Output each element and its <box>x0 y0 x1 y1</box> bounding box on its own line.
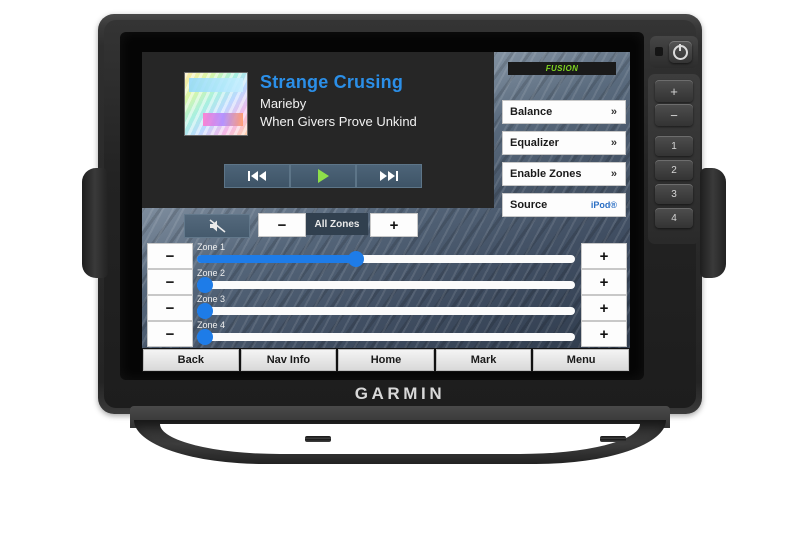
zone-1-slider-thumb[interactable] <box>347 251 364 267</box>
chartplotter-device: Strange Crusing Marieby When Givers Prov… <box>98 14 702 414</box>
hardware-button-cluster: + − 1 2 3 4 <box>646 36 700 246</box>
power-button[interactable] <box>669 41 692 63</box>
menu-item-balance-label: Balance <box>510 106 553 118</box>
mute-icon <box>209 219 225 233</box>
nav-button-menu[interactable]: Menu <box>533 349 629 371</box>
volume-down-hardware-button[interactable]: − <box>655 104 693 126</box>
zone-2-slider-thumb[interactable] <box>196 277 213 293</box>
zone-3-label: Zone 3 <box>197 294 226 304</box>
menu-item-source[interactable]: Source iPod® <box>502 193 626 217</box>
menu-item-enable-zones[interactable]: Enable Zones » <box>502 162 626 186</box>
album-art-band-top <box>189 78 243 92</box>
mounting-bracket <box>130 406 670 464</box>
garmin-logo: GARMIN <box>354 384 446 403</box>
track-title: Strange Crusing <box>260 72 404 92</box>
fusion-logo: FUSION <box>508 62 616 75</box>
menu-item-source-label: Source <box>510 199 548 211</box>
previous-track-button[interactable] <box>224 164 290 188</box>
power-button-housing <box>650 36 698 68</box>
zone-1-volume-up-button[interactable]: + <box>581 243 627 269</box>
power-icon <box>673 43 688 60</box>
all-zones-label: All Zones <box>306 213 368 235</box>
volume-up-hardware-button[interactable]: + <box>655 80 693 102</box>
light-sensor <box>655 47 663 56</box>
nav-button-mark[interactable]: Mark <box>435 349 532 371</box>
keypad-housing: + − 1 2 3 4 <box>648 74 700 244</box>
chevron-right-icon: » <box>610 137 617 149</box>
zone-4-volume-down-button[interactable]: − <box>147 321 193 347</box>
zone-1-slider-fill <box>197 255 356 263</box>
preset-1-button[interactable]: 1 <box>655 136 693 156</box>
zone-4-slider-thumb[interactable] <box>196 329 213 345</box>
menu-item-equalizer-label: Equalizer <box>510 137 559 149</box>
zone-row: − Zone 2 + <box>142 268 630 295</box>
chevron-right-icon: » <box>610 106 617 118</box>
menu-item-enable-zones-label: Enable Zones <box>510 168 582 180</box>
zone-3-slider[interactable] <box>196 303 575 319</box>
track-artist: Marieby <box>260 96 307 111</box>
zone-2-slider[interactable] <box>196 277 575 293</box>
zone-4-slider[interactable] <box>196 329 575 345</box>
zone-row: − Zone 3 + <box>142 294 630 321</box>
mount-arc <box>134 420 666 464</box>
menu-item-equalizer[interactable]: Equalizer » <box>502 131 626 155</box>
side-grip-right <box>700 168 726 278</box>
menu-item-source-value: iPod® <box>590 200 617 210</box>
zone-3-volume-down-button[interactable]: − <box>147 295 193 321</box>
side-grip-left <box>82 168 108 278</box>
menu-item-balance[interactable]: Balance » <box>502 100 626 124</box>
fusion-logo-text: FUSION <box>545 64 579 73</box>
zone-2-label: Zone 2 <box>197 268 226 278</box>
nav-button-home[interactable]: Home <box>338 349 434 371</box>
zone-1-volume-down-button[interactable]: − <box>147 243 193 269</box>
zone-4-label: Zone 4 <box>197 320 226 330</box>
mute-button[interactable] <box>184 214 250 238</box>
zone-3-volume-up-button[interactable]: + <box>581 295 627 321</box>
skip-back-icon <box>248 171 266 181</box>
track-album: When Givers Prove Unkind <box>260 114 417 129</box>
chevron-right-icon: » <box>610 168 617 180</box>
display-screen: Strange Crusing Marieby When Givers Prov… <box>142 52 630 372</box>
mount-inner-gap <box>160 424 640 454</box>
play-icon <box>317 169 329 183</box>
preset-2-button[interactable]: 2 <box>655 160 693 180</box>
album-art-band-bottom <box>203 113 243 126</box>
zone-4-volume-up-button[interactable]: + <box>581 321 627 347</box>
album-art <box>184 72 248 136</box>
zone-3-slider-thumb[interactable] <box>196 303 213 319</box>
zone-row: − Zone 4 + <box>142 320 630 347</box>
zone-1-label: Zone 1 <box>197 242 226 252</box>
nav-button-back[interactable]: Back <box>143 349 239 371</box>
nav-button-nav-info[interactable]: Nav Info <box>240 349 337 371</box>
mount-vent-left <box>305 436 331 442</box>
zone-1-slider[interactable] <box>197 251 575 267</box>
zone-2-volume-down-button[interactable]: − <box>147 269 193 295</box>
all-zones-volume-up-button[interactable]: + <box>370 213 418 237</box>
zone-2-volume-up-button[interactable]: + <box>581 269 627 295</box>
preset-3-button[interactable]: 3 <box>655 184 693 204</box>
skip-forward-icon <box>380 171 398 181</box>
zone-row: − Zone 1 + <box>142 242 630 269</box>
preset-4-button[interactable]: 4 <box>655 208 693 228</box>
mount-vent-right <box>600 436 626 442</box>
bottom-nav-bar: Back Nav Info Home Mark Menu <box>142 348 630 372</box>
all-zones-volume-down-button[interactable]: − <box>258 213 306 237</box>
play-button[interactable] <box>290 164 356 188</box>
next-track-button[interactable] <box>356 164 422 188</box>
